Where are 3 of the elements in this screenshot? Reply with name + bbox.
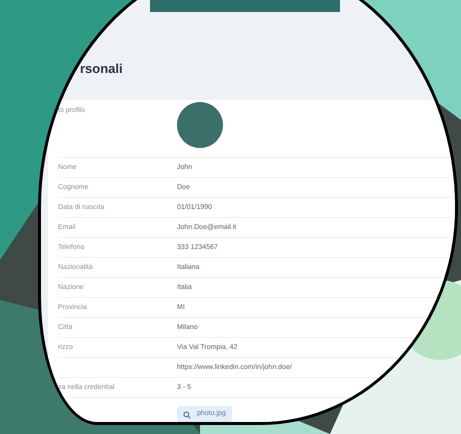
avatar-placeholder (177, 102, 223, 148)
section-title: rsonali (80, 61, 123, 76)
search-icon (183, 410, 191, 418)
